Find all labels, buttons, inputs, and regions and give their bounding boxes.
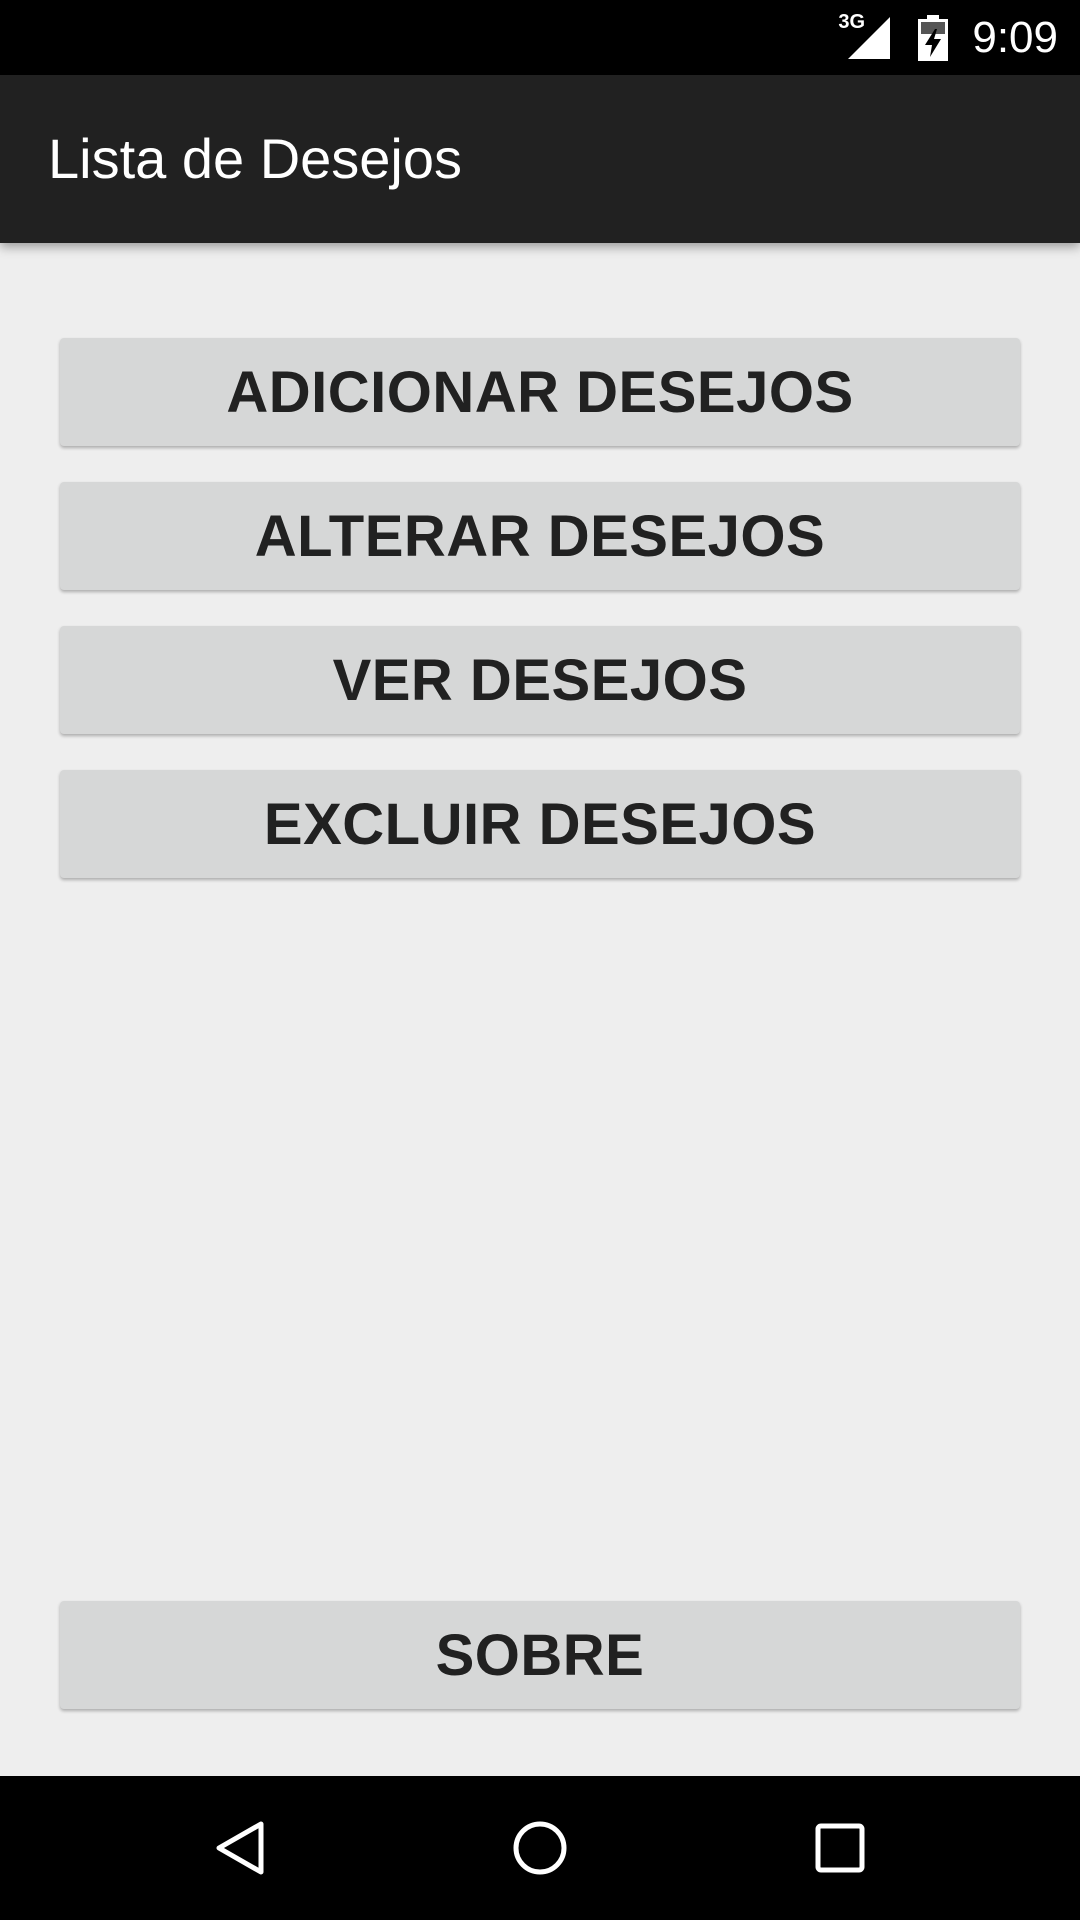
add-wishes-button[interactable]: ADICIONAR DESEJOS [60,338,1020,446]
recents-button[interactable] [810,1818,870,1878]
about-button[interactable]: SOBRE [60,1601,1020,1709]
view-wishes-button[interactable]: VER DESEJOS [60,626,1020,734]
edit-wishes-button[interactable]: ALTERAR DESEJOS [60,482,1020,590]
back-button[interactable] [210,1818,270,1878]
signal-icon: 3G [838,11,894,61]
navigation-bar [0,1776,1080,1920]
back-icon [216,1821,264,1875]
home-icon [513,1821,567,1875]
recents-icon [815,1823,865,1873]
app-bar: Lista de Desejos [0,75,1080,243]
home-button[interactable] [510,1818,570,1878]
status-bar: 3G 9:09 [0,0,1080,75]
page-title: Lista de Desejos [48,127,463,190]
status-icons: 3G 9:09 [838,0,1058,75]
battery-charging-icon [918,14,949,61]
status-clock: 9:09 [972,12,1058,62]
delete-wishes-button[interactable]: EXCLUIR DESEJOS [60,770,1020,878]
